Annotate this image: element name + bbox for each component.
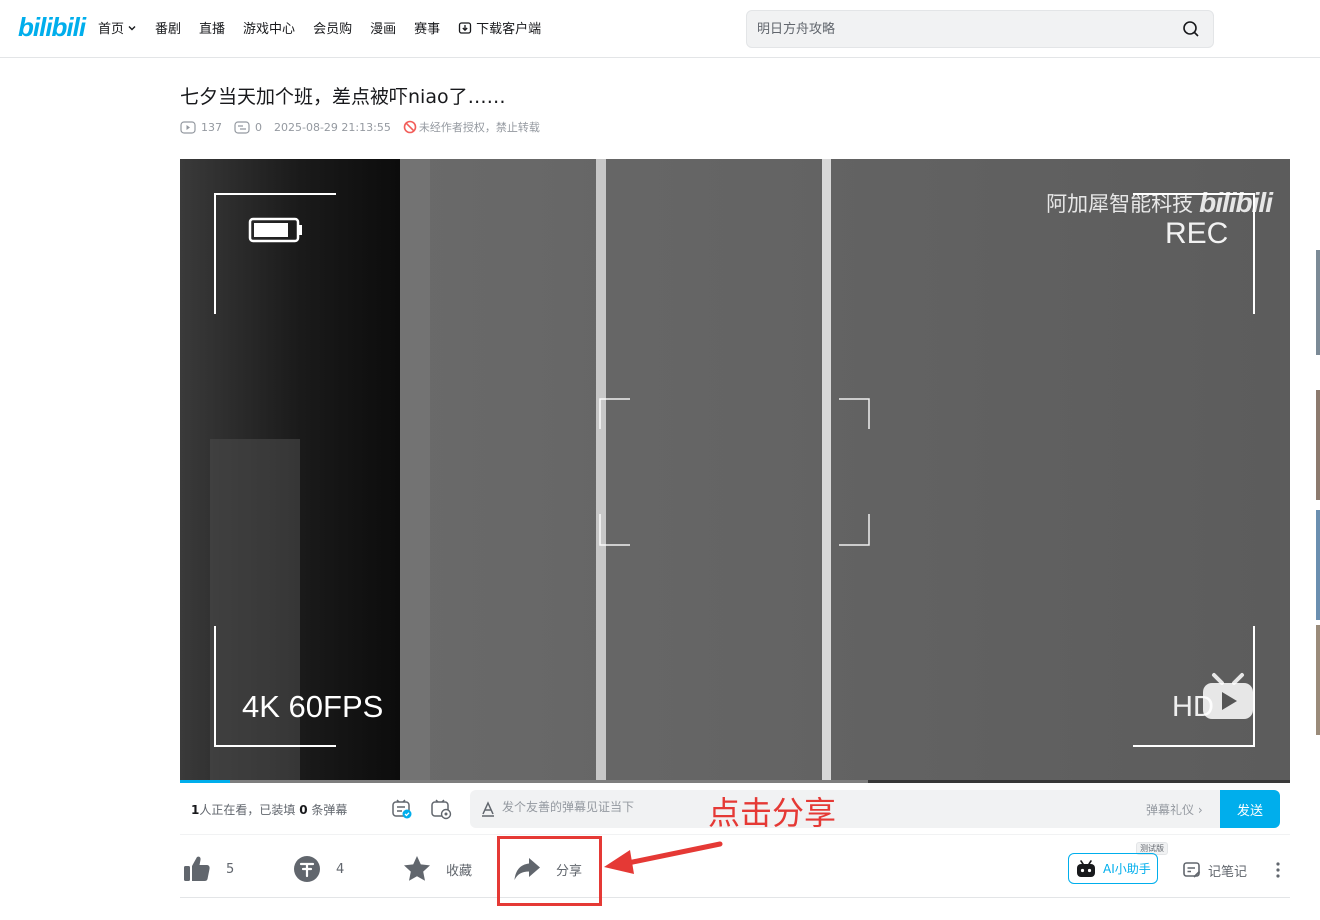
loaded-danmaku-count: 0 xyxy=(299,803,308,817)
danmaku-toggle-icon[interactable] xyxy=(391,798,413,820)
copyright-notice: 未经作者授权，禁止转载 xyxy=(403,119,540,135)
publish-time: 2025-08-29 21:13:55 xyxy=(274,120,391,134)
danmaku-count-icon xyxy=(234,120,250,134)
more-options-icon[interactable] xyxy=(1270,860,1286,880)
search-input[interactable] xyxy=(757,19,1167,39)
thumbs-up-icon xyxy=(184,856,210,881)
viewer-info: 1人正在看，已装填 0 条弹幕 xyxy=(191,801,347,818)
top-nav: 首页 番剧 直播 游戏中心 会员购 漫画 赛事 下载客户端 xyxy=(98,18,559,37)
annotation-text: 点击分享 xyxy=(708,794,837,832)
play-count-icon xyxy=(180,120,196,134)
take-notes-label: 记笔记 xyxy=(1208,864,1248,880)
danmaku-etiquette-link[interactable]: 弹幕礼仪 › xyxy=(1146,801,1203,818)
nav-esports[interactable]: 赛事 xyxy=(414,18,440,37)
fps-label: 4K 60FPS xyxy=(242,689,384,724)
bilibili-logo[interactable]: bilibili xyxy=(18,12,86,43)
nav-manga[interactable]: 漫画 xyxy=(370,18,396,37)
robot-icon xyxy=(1077,859,1095,877)
star-icon xyxy=(404,856,430,881)
sidebar-thumbnail-strip xyxy=(1316,250,1320,735)
viewer-text: 人正在看，已装填 xyxy=(199,803,300,817)
rec-label: REC xyxy=(1165,217,1229,250)
loaded-danmaku-suffix: 条弹幕 xyxy=(307,803,348,817)
video-watermark: 阿加犀智能科技 bilibili xyxy=(1046,187,1273,219)
nav-home-label: 首页 xyxy=(98,22,125,37)
coin-button[interactable]: 4 xyxy=(292,854,344,884)
nav-anime[interactable]: 番剧 xyxy=(155,18,181,37)
video-meta: 137 0 2025-08-29 21:13:55 未经作者授权，禁止转载 xyxy=(180,119,540,135)
coin-icon xyxy=(294,856,320,882)
video-title: 七夕当天加个班，差点被吓niao了…… xyxy=(180,86,506,108)
note-icon xyxy=(1183,862,1201,878)
search-box xyxy=(746,10,1214,48)
ai-assistant-label: AI小助手 xyxy=(1103,862,1151,876)
download-icon xyxy=(458,21,472,34)
battery-icon xyxy=(248,217,302,243)
nav-download-client[interactable]: 下载客户端 xyxy=(458,18,541,37)
danmaku-input-box: 弹幕礼仪 › 发送 xyxy=(470,790,1280,828)
take-notes-button[interactable]: 记笔记 xyxy=(1182,860,1247,880)
like-count: 5 xyxy=(226,861,235,877)
chevron-down-icon xyxy=(128,25,136,30)
nav-member-shop[interactable]: 会员购 xyxy=(313,18,352,37)
play-count: 137 xyxy=(180,121,222,134)
like-button[interactable]: 5 xyxy=(182,854,234,884)
nav-game-center[interactable]: 游戏中心 xyxy=(243,18,295,37)
send-danmaku-button[interactable]: 发送 xyxy=(1220,790,1280,828)
coin-count: 4 xyxy=(336,861,345,877)
ai-assistant-button[interactable]: AI小助手 xyxy=(1068,853,1158,884)
copyright-notice-text: 未经作者授权，禁止转载 xyxy=(418,121,540,134)
tv-logo-icon xyxy=(1203,673,1253,719)
watermark-text: 阿加犀智能科技 xyxy=(1046,192,1194,216)
prohibited-icon xyxy=(403,120,417,134)
annotation-highlight-box xyxy=(497,836,602,906)
play-count-value: 137 xyxy=(201,120,222,134)
font-style-icon[interactable] xyxy=(480,801,496,817)
danmaku-count: 0 xyxy=(234,121,262,134)
favorite-label: 收藏 xyxy=(446,863,473,879)
video-toolbar: 5 4 收藏 分享 测试版 AI小助手 记笔记 xyxy=(180,836,1290,898)
annotation-arrow-icon xyxy=(604,841,723,874)
search-icon[interactable] xyxy=(1181,19,1201,39)
video-player[interactable]: 阿加犀智能科技 bilibili REC 4K 60FPS HD xyxy=(180,159,1290,783)
danmaku-count-value: 0 xyxy=(255,120,262,134)
watermark-logo: bilibili xyxy=(1199,187,1273,218)
nav-live[interactable]: 直播 xyxy=(199,18,225,37)
nav-home[interactable]: 首页 xyxy=(98,18,137,37)
nav-download-label: 下载客户端 xyxy=(476,22,542,37)
danmaku-settings-icon[interactable] xyxy=(430,798,452,820)
favorite-button[interactable]: 收藏 xyxy=(402,854,472,884)
top-header: bilibili 首页 番剧 直播 游戏中心 会员购 漫画 赛事 下载客户端 xyxy=(0,0,1320,58)
